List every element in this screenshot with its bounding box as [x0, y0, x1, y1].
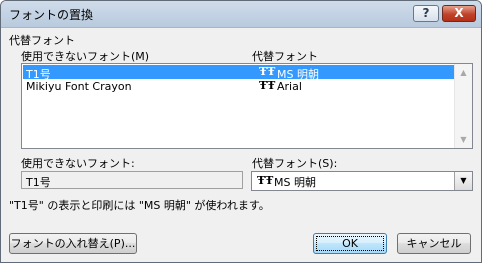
ok-label: OK — [316, 236, 384, 251]
truetype-font-icon: ŦŦ — [257, 174, 274, 187]
help-button[interactable]: ? — [413, 5, 439, 22]
title-bar[interactable]: フォントの置換 ? X — [1, 1, 481, 28]
substitute-font-value: MS 明朝 — [274, 176, 316, 189]
unavailable-font-value: T1号 — [26, 176, 51, 189]
substitute-fonts-header: 代替フォント — [252, 50, 318, 63]
unavailable-font-label: 使用できないフォント: — [21, 157, 135, 170]
unavailable-font-name: Mikiyu Font Crayon — [26, 80, 132, 93]
chevron-down-icon[interactable]: ▼ — [454, 172, 472, 190]
scroll-down-icon[interactable]: ▼ — [455, 131, 472, 148]
substitution-message: "T1号" の表示と印刷には "MS 明朝" が使われます。 — [9, 199, 270, 212]
substitute-font-label: 代替フォント(S): — [252, 157, 338, 170]
truetype-font-icon: ŦŦ — [259, 79, 276, 92]
close-icon: X — [454, 6, 464, 20]
cancel-button[interactable]: キャンセル — [397, 233, 471, 254]
vertical-scrollbar[interactable]: ▲ ▼ — [454, 64, 472, 148]
replace-fonts-button[interactable]: フォントの入れ替え(P)... — [9, 233, 137, 254]
ok-button[interactable]: OK — [313, 233, 387, 254]
truetype-font-icon: ŦŦ — [259, 65, 276, 78]
unavailable-font-field: T1号 — [21, 171, 243, 189]
substitute-font-select[interactable]: ŦŦ MS 明朝 ▼ — [251, 171, 473, 191]
substitute-font-name: Arial — [277, 80, 302, 93]
font-substitution-dialog: フォントの置換 ? X 代替フォント 使用できないフォント(M) 代替フォント … — [0, 0, 482, 263]
list-item[interactable]: T1号 ŦŦ MS 明朝 — [23, 65, 455, 81]
unavailable-fonts-header: 使用できないフォント(M) — [21, 50, 150, 63]
help-icon: ? — [422, 6, 430, 20]
font-substitution-list[interactable]: T1号 ŦŦ MS 明朝 Mikiyu Font Crayon ŦŦ Arial… — [21, 63, 473, 149]
scroll-up-icon[interactable]: ▲ — [455, 64, 472, 81]
close-button[interactable]: X — [442, 5, 476, 22]
cancel-label: キャンセル — [406, 237, 462, 250]
group-title: 代替フォント — [9, 34, 75, 47]
list-item[interactable]: Mikiyu Font Crayon ŦŦ Arial — [23, 79, 455, 93]
replace-fonts-label: フォントの入れ替え(P)... — [10, 237, 136, 250]
window-title: フォントの置換 — [9, 8, 94, 22]
